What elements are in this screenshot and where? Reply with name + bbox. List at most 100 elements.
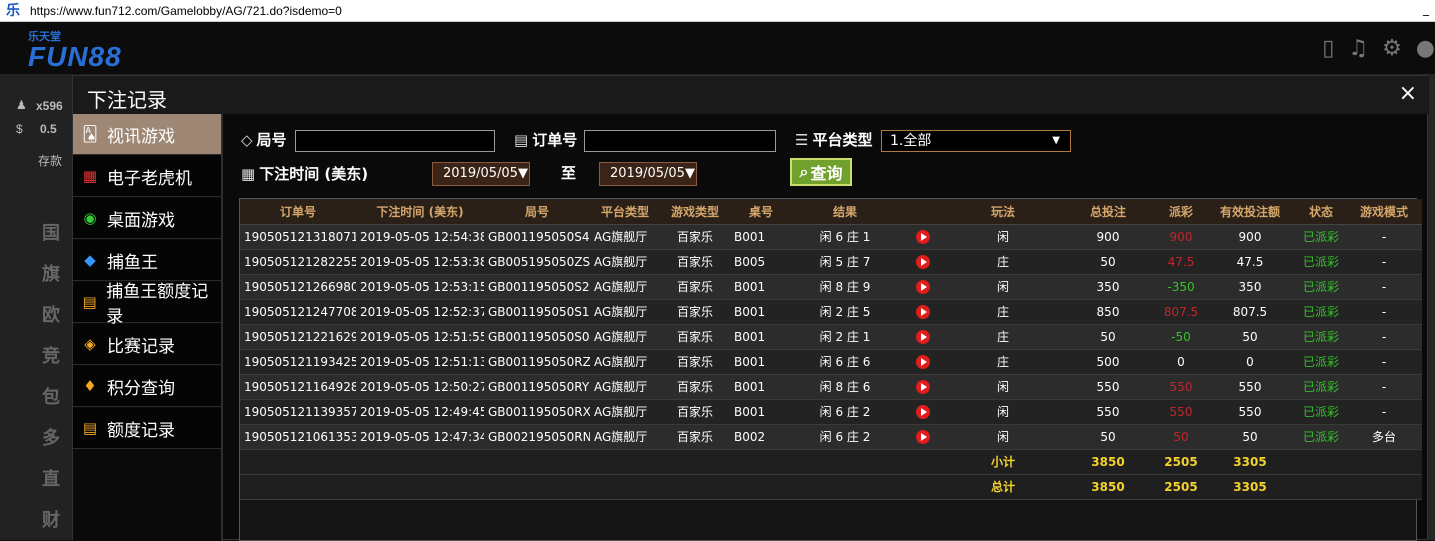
round-number-input[interactable] bbox=[295, 130, 495, 152]
play-replay-icon[interactable] bbox=[916, 404, 930, 419]
music-icon[interactable]: ♫ bbox=[1348, 36, 1368, 61]
table-cell-time: 2019-05-05 12:54:38 bbox=[356, 224, 484, 250]
table-cell-table: B001 bbox=[730, 374, 792, 400]
table-row[interactable]: 190505121193425 2019-05-05 12:51:13 GB0011… bbox=[240, 349, 1422, 375]
table-cell-platform: AG旗舰厅 bbox=[590, 249, 660, 275]
col-game-mode: 游戏模式 bbox=[1346, 199, 1422, 225]
table-cell-replay[interactable] bbox=[898, 324, 948, 350]
calendar-icon: ▦ bbox=[241, 164, 256, 183]
table-row[interactable]: 190505121266980 2019-05-05 12:53:15 GB0011… bbox=[240, 274, 1422, 300]
table-cell-time: 2019-05-05 12:47:34 bbox=[356, 424, 484, 450]
menu-divider bbox=[221, 114, 223, 541]
deposit-link[interactable]: 存款 bbox=[38, 152, 62, 169]
table-cell-platform: AG旗舰厅 bbox=[590, 224, 660, 250]
menu-item-credit-records[interactable]: ▤ 额度记录 bbox=[73, 408, 221, 449]
grandtotal-total: 3850 bbox=[1058, 474, 1158, 500]
table-row[interactable]: 190505121318071 2019-05-05 12:54:38 GB0011… bbox=[240, 224, 1422, 250]
cards-icon: 🂡 bbox=[82, 125, 98, 143]
table-cell-replay[interactable] bbox=[898, 374, 948, 400]
record-type-menu: 🂡 视讯游戏 ▦ 电子老虎机 ◉ 桌面游戏 ◆ 捕鱼王 ▤ 捕鱼王额度记录 ◈ … bbox=[73, 114, 221, 541]
table-cell-payout: 50 bbox=[1158, 424, 1204, 450]
chevron-down-icon: ▼ bbox=[684, 166, 695, 181]
table-cell-table: B001 bbox=[730, 274, 792, 300]
table-cell-replay[interactable] bbox=[898, 299, 948, 325]
table-cell-order: 190505121193425 bbox=[240, 349, 356, 375]
table-cell-replay[interactable] bbox=[898, 424, 948, 450]
table-cell-payout: -50 bbox=[1158, 324, 1204, 350]
table-row[interactable]: 190505121247708 2019-05-05 12:52:37 GB0011… bbox=[240, 299, 1422, 325]
table-cell-platform: AG旗舰厅 bbox=[590, 324, 660, 350]
table-cell-round: GB001195050S0 bbox=[484, 324, 590, 350]
table-row[interactable]: 190505121221629 2019-05-05 12:51:55 GB0011… bbox=[240, 324, 1422, 350]
table-cell-total-bet: 850 bbox=[1058, 299, 1158, 325]
table-cell-order: 190505121318071 bbox=[240, 224, 356, 250]
play-replay-icon[interactable] bbox=[916, 279, 930, 294]
table-cell-round: GB005195050ZS bbox=[484, 249, 590, 275]
bet-records-table-container: 订单号 下注时间 (美东) 局号 平台类型 游戏类型 桌号 结果 玩法 总投注 … bbox=[239, 198, 1422, 541]
chevron-down-icon: ▼ bbox=[517, 166, 528, 181]
mobile-icon[interactable]: ▯ bbox=[1322, 36, 1334, 61]
table-row[interactable]: 190505121139357 2019-05-05 12:49:45 GB0011… bbox=[240, 399, 1422, 425]
date-to-picker[interactable]: 2019/05/05▼ bbox=[599, 162, 697, 186]
document-icon: ▤ bbox=[82, 419, 98, 437]
play-replay-icon[interactable] bbox=[916, 254, 930, 269]
table-cell-time: 2019-05-05 12:50:27 bbox=[356, 374, 484, 400]
menu-item-live-casino[interactable]: 🂡 视讯游戏 bbox=[73, 114, 221, 155]
platform-select[interactable]: 1.全部 ▼ bbox=[881, 130, 1071, 152]
table-cell-empty bbox=[484, 449, 590, 475]
table-cell-result: 闲 6 庄 2 bbox=[792, 399, 898, 425]
menu-item-points[interactable]: ♦ 积分查询 bbox=[73, 366, 221, 407]
table-cell-game-type: 百家乐 bbox=[660, 324, 730, 350]
col-payout: 派彩 bbox=[1158, 199, 1204, 225]
table-cell-replay[interactable] bbox=[898, 249, 948, 275]
table-cell-game-mode: - bbox=[1346, 374, 1422, 400]
address-url[interactable]: https://www.fun712.com/Gamelobby/AG/721.… bbox=[30, 4, 342, 18]
lobby-top-icons: ▯ ♫ ⚙ ● bbox=[1322, 36, 1435, 61]
table-cell-empty bbox=[660, 474, 730, 500]
user-icon: ♟ bbox=[16, 98, 27, 112]
chat-icon[interactable]: ● bbox=[1416, 36, 1435, 61]
date-from-picker[interactable]: 2019/05/05▼ bbox=[432, 162, 530, 186]
play-replay-icon[interactable] bbox=[916, 379, 930, 394]
money-bag-icon: $ bbox=[16, 122, 23, 136]
browser-address-bar: 乐 https://www.fun712.com/Gamelobby/AG/72… bbox=[0, 0, 1435, 22]
table-cell-time: 2019-05-05 12:51:13 bbox=[356, 349, 484, 375]
order-number-input[interactable] bbox=[584, 130, 776, 152]
play-replay-icon[interactable] bbox=[916, 304, 930, 319]
table-cell-replay[interactable] bbox=[898, 224, 948, 250]
table-cell-replay[interactable] bbox=[898, 349, 948, 375]
menu-item-fishing[interactable]: ◆ 捕鱼王 bbox=[73, 240, 221, 281]
table-cell-game-mode: 多台 bbox=[1346, 424, 1422, 450]
play-replay-icon[interactable] bbox=[916, 429, 930, 444]
gear-icon[interactable]: ⚙ bbox=[1382, 36, 1402, 61]
table-row[interactable]: 190505121164928 2019-05-05 12:50:27 GB0011… bbox=[240, 374, 1422, 400]
close-icon[interactable]: × bbox=[1399, 82, 1417, 106]
table-cell-order: 190505121164928 bbox=[240, 374, 356, 400]
table-cell-payout: 47.5 bbox=[1158, 249, 1204, 275]
list-icon: ☰ bbox=[795, 130, 809, 149]
col-result: 结果 bbox=[792, 199, 898, 225]
menu-item-label: 桌面游戏 bbox=[107, 210, 175, 231]
minimize-button[interactable]: _ bbox=[1423, 2, 1429, 16]
table-cell-total-bet: 350 bbox=[1058, 274, 1158, 300]
menu-item-slots[interactable]: ▦ 电子老虎机 bbox=[73, 156, 221, 197]
table-row[interactable]: 190505121282255 2019-05-05 12:53:38 GB0051… bbox=[240, 249, 1422, 275]
table-cell-replay[interactable] bbox=[898, 274, 948, 300]
table-cell-order: 190505121247708 bbox=[240, 299, 356, 325]
query-button[interactable]: ⌕ 查询 bbox=[790, 158, 852, 186]
table-row[interactable]: 190505121061353 2019-05-05 12:47:34 GB0021… bbox=[240, 424, 1422, 450]
menu-item-fishing-credit[interactable]: ▤ 捕鱼王额度记录 bbox=[73, 282, 221, 327]
table-cell-empty bbox=[730, 449, 792, 475]
play-replay-icon[interactable] bbox=[916, 329, 930, 344]
fun88-logo[interactable]: 乐天堂 FUN88 bbox=[28, 28, 122, 71]
menu-item-table-games[interactable]: ◉ 桌面游戏 bbox=[73, 198, 221, 239]
menu-item-match-records[interactable]: ◈ 比赛记录 bbox=[73, 324, 221, 365]
table-cell-replay[interactable] bbox=[898, 399, 948, 425]
play-replay-icon[interactable] bbox=[916, 354, 930, 369]
table-header-row: 订单号 下注时间 (美东) 局号 平台类型 游戏类型 桌号 结果 玩法 总投注 … bbox=[240, 199, 1422, 225]
table-cell-table: B002 bbox=[730, 424, 792, 450]
play-replay-icon[interactable] bbox=[916, 229, 930, 244]
table-cell-payout: 0 bbox=[1158, 349, 1204, 375]
col-platform: 平台类型 bbox=[590, 199, 660, 225]
table-cell-platform: AG旗舰厅 bbox=[590, 349, 660, 375]
